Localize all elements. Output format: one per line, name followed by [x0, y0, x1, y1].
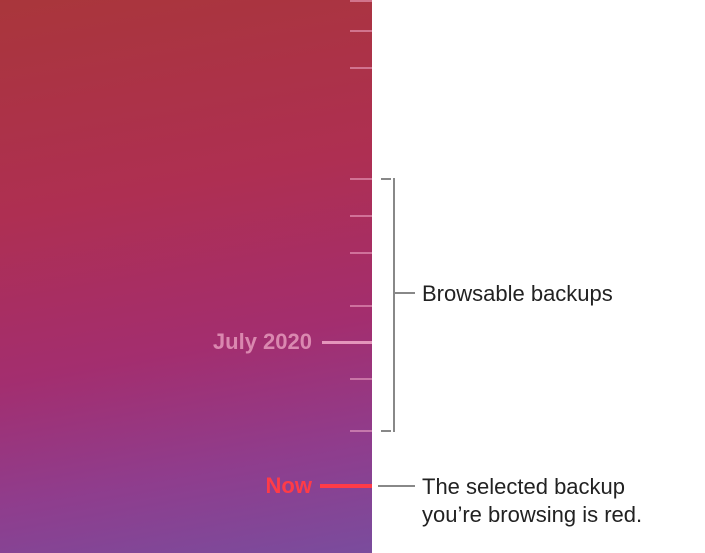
- timeline-tick[interactable]: [350, 67, 372, 69]
- timeline-tick[interactable]: [350, 378, 372, 380]
- timeline-tick[interactable]: [350, 430, 372, 432]
- callout-selected: The selected backup you’re browsing is r…: [422, 473, 692, 528]
- timeline-tick[interactable]: [350, 178, 372, 180]
- leader-browsable: [393, 292, 415, 294]
- timeline-panel: July 2020 Now: [0, 0, 372, 553]
- bracket-browsable: [381, 178, 395, 432]
- leader-selected: [378, 485, 415, 487]
- timeline-tick-selected[interactable]: [320, 484, 372, 488]
- timeline-tick[interactable]: [350, 30, 372, 32]
- diagram-stage: July 2020 Now Browsable backups The sele…: [0, 0, 705, 553]
- timeline-now-label: Now: [266, 473, 312, 499]
- timeline-tick[interactable]: [350, 215, 372, 217]
- timeline-tick[interactable]: [350, 252, 372, 254]
- callout-selected-line2: you’re browsing is red.: [422, 502, 642, 527]
- timeline-date-label: July 2020: [213, 329, 312, 355]
- timeline-tick[interactable]: [350, 0, 372, 2]
- timeline-tick[interactable]: [350, 305, 372, 307]
- callout-browsable: Browsable backups: [422, 280, 613, 308]
- callout-selected-line1: The selected backup: [422, 474, 625, 499]
- timeline-tick-major[interactable]: [322, 341, 372, 344]
